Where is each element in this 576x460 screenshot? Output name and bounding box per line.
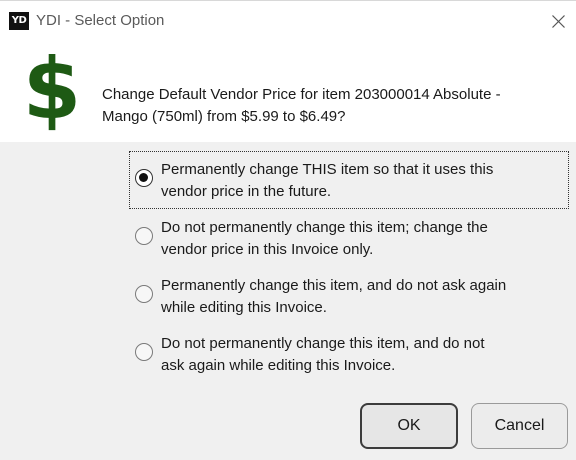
ok-button[interactable]: OK <box>360 403 458 449</box>
option-label-line-1: Do not permanently change this item; cha… <box>161 219 488 236</box>
option-label: Permanently change this item, and do not… <box>161 275 561 319</box>
cancel-button[interactable]: Cancel <box>471 403 568 449</box>
option-label-line-1: Do not permanently change this item, and… <box>161 335 485 352</box>
option-permanent-change[interactable]: Permanently change THIS item so that it … <box>129 151 569 209</box>
option-label: Do not permanently change this item, and… <box>161 333 561 377</box>
radio-button[interactable] <box>135 285 153 303</box>
close-button[interactable] <box>540 6 576 36</box>
prompt-line-1: Change Default Vendor Price for item 203… <box>102 86 501 103</box>
option-label: Permanently change THIS item so that it … <box>161 159 561 203</box>
option-label-line-2: ask again while editing this Invoice. <box>161 357 396 374</box>
select-option-dialog: YD YDI - Select Option $ Change Default … <box>0 0 576 460</box>
option-label-line-2: while editing this Invoice. <box>161 299 327 316</box>
option-this-invoice-only[interactable]: Do not permanently change this item; cha… <box>129 209 569 267</box>
option-permanent-no-ask[interactable]: Permanently change this item, and do not… <box>129 267 569 325</box>
radio-button[interactable] <box>135 343 153 361</box>
option-label-line-2: vendor price in the future. <box>161 183 332 200</box>
title-bar: YD YDI - Select Option <box>0 0 576 42</box>
svg-text:$: $ <box>23 44 81 136</box>
option-label-line-1: Permanently change THIS item so that it … <box>161 161 494 178</box>
dollar-sign-icon: $ <box>23 44 81 136</box>
prompt-line-2: Mango (750ml) from $5.99 to $6.49? <box>102 108 346 125</box>
title-bar-edge <box>0 0 576 1</box>
option-label-line-2: vendor price in this Invoice only. <box>161 241 374 258</box>
option-no-change-no-ask[interactable]: Do not permanently change this item, and… <box>129 325 569 383</box>
radio-button[interactable] <box>135 227 153 245</box>
close-icon <box>552 15 565 28</box>
window-title: YDI - Select Option <box>36 12 165 29</box>
app-logo-icon: YD <box>9 12 29 30</box>
option-label-line-1: Permanently change this item, and do not… <box>161 277 507 294</box>
prompt-message: Change Default Vendor Price for item 203… <box>102 84 562 128</box>
prompt-header: $ Change Default Vendor Price for item 2… <box>0 42 576 142</box>
option-label: Do not permanently change this item; cha… <box>161 217 561 261</box>
option-group: Permanently change THIS item so that it … <box>129 151 569 383</box>
radio-button-selected[interactable] <box>135 169 153 187</box>
